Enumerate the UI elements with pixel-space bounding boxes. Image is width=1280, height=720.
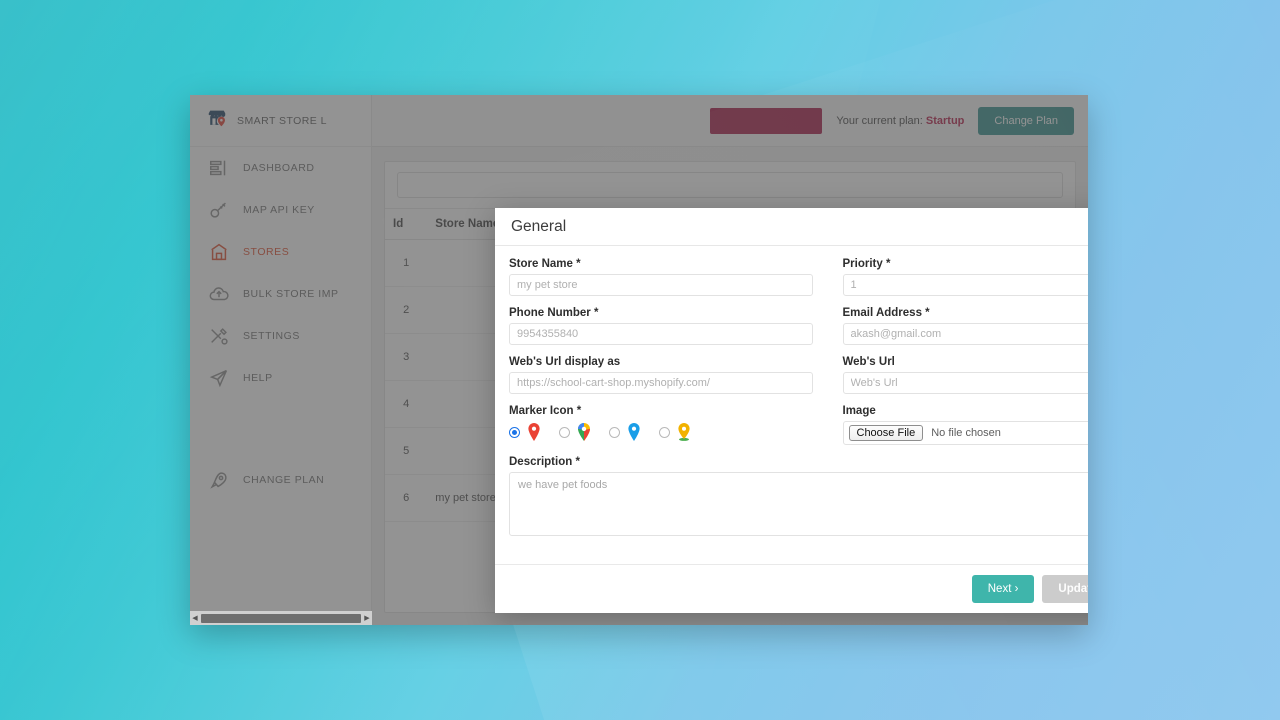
modal-header: General ✕	[495, 208, 1088, 246]
marker-red-icon	[527, 423, 541, 441]
marker-yellow-icon	[677, 423, 691, 441]
field-webs-url: Web's Url	[842, 356, 1088, 394]
field-phone-number: Phone Number *	[509, 307, 813, 345]
url-display-input[interactable]	[509, 372, 813, 394]
field-email-address: Email Address *	[842, 307, 1088, 345]
marker-option-3[interactable]	[609, 423, 641, 441]
image-file-input[interactable]: Choose File No file chosen	[842, 421, 1088, 445]
label-phone-number: Phone Number *	[509, 307, 599, 319]
choose-file-button[interactable]: Choose File	[848, 425, 924, 441]
marker-option-4[interactable]	[659, 423, 691, 441]
marker-icon-options	[509, 421, 813, 443]
field-image: Image Choose File No file chosen	[842, 405, 1088, 445]
field-url-display-as: Web's Url display as	[509, 356, 813, 394]
label-email-address: Email Address *	[842, 307, 930, 319]
next-button[interactable]: Next ›	[971, 575, 1035, 603]
scrollbar-thumb[interactable]	[201, 613, 361, 623]
scroll-right-arrow[interactable]: ▶	[362, 615, 372, 622]
field-priority: Priority *	[842, 258, 1088, 296]
field-description: Description *	[509, 456, 1088, 541]
label-priority: Priority *	[842, 258, 891, 270]
field-store-name: Store Name *	[509, 258, 813, 296]
update-store-button[interactable]: Update Store	[1042, 575, 1088, 603]
label-url-display-as: Web's Url display as	[509, 356, 621, 368]
description-textarea[interactable]	[509, 472, 1088, 536]
app-window: SMART STORE L DASHBOARD	[190, 95, 1088, 625]
general-modal: General ✕ Store Name * Priority * Phone …	[495, 208, 1088, 613]
label-store-name: Store Name *	[509, 258, 581, 270]
marker-google-icon	[577, 423, 591, 441]
horizontal-scrollbar[interactable]: ◀ ▶	[190, 611, 372, 625]
file-status-label: No file chosen	[931, 427, 1001, 439]
marker-radio-3[interactable]	[609, 426, 620, 438]
priority-input[interactable]	[842, 274, 1088, 296]
email-address-input[interactable]	[842, 323, 1088, 345]
marker-radio-4[interactable]	[659, 426, 670, 438]
form-grid: Store Name * Priority * Phone Number * E…	[509, 258, 1088, 456]
marker-radio-2[interactable]	[559, 426, 570, 438]
marker-radio-1[interactable]	[509, 426, 520, 438]
modal-title: General	[511, 217, 567, 235]
modal-body: Store Name * Priority * Phone Number * E…	[495, 246, 1088, 564]
desktop-background: SMART STORE L DASHBOARD	[0, 0, 1280, 720]
field-marker-icon: Marker Icon *	[509, 405, 813, 445]
marker-option-1[interactable]	[509, 423, 541, 441]
label-webs-url: Web's Url	[842, 356, 895, 368]
marker-blue-icon	[627, 423, 641, 441]
label-description: Description *	[509, 456, 580, 468]
scroll-left-arrow[interactable]: ◀	[190, 615, 200, 622]
phone-number-input[interactable]	[509, 323, 813, 345]
modal-footer: Next › Update Store	[495, 564, 1088, 613]
label-marker-icon: Marker Icon *	[509, 405, 582, 417]
marker-option-2[interactable]	[559, 423, 591, 441]
webs-url-input[interactable]	[842, 372, 1088, 394]
label-image: Image	[842, 405, 876, 417]
store-name-input[interactable]	[509, 274, 813, 296]
